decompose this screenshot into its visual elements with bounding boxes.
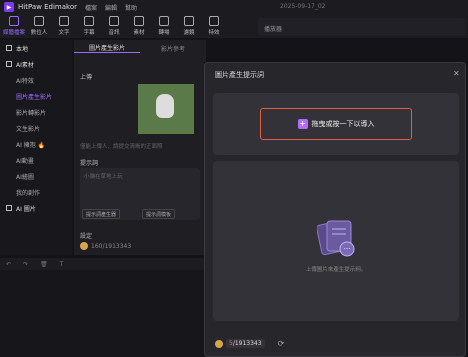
result-hint: 上傳圖片來產生提示詞。 [305, 267, 367, 273]
project-name: 2025-09-17_02 [280, 3, 326, 10]
transition-icon [159, 16, 169, 26]
upload-label: 上傳 [80, 74, 93, 81]
menu-edit[interactable]: 編輯 [105, 3, 117, 12]
timeline-toolbar: ↶ ↷ 🗑 T [0, 258, 210, 270]
sidebar-item-video-to-video[interactable]: 影片轉影片 [0, 104, 72, 120]
coin-icon [80, 242, 88, 250]
sidebar-item-text-to-video[interactable]: 文生影片 [0, 120, 72, 136]
delete-icon[interactable]: 🗑 [40, 261, 48, 268]
subtitle-icon [84, 16, 94, 26]
tool-audio[interactable]: 音訊 [103, 14, 125, 38]
sidebar-item-ai-drawing[interactable]: AI繪圖 [0, 168, 72, 184]
tool-avatar[interactable]: 數位人 [28, 14, 50, 38]
sidebar-item-ai-effect[interactable]: AI特效 [0, 72, 72, 88]
tool-effect[interactable]: 特效 [203, 14, 225, 38]
avatar-icon [34, 16, 44, 26]
tool-filter[interactable]: 濾鏡 [178, 14, 200, 38]
import-dropzone[interactable]: + 拖曳或按一下以導入 [213, 93, 459, 155]
filter-icon [184, 16, 194, 26]
app-name: HitPaw Edimakor [18, 3, 77, 11]
sidebar-item-ai-image[interactable]: AI 圖片 [0, 200, 72, 216]
tool-text[interactable]: 文字 [53, 14, 75, 38]
app-logo: ▶ [4, 2, 14, 12]
image-icon [6, 205, 12, 211]
menu-bar: 檔案 編輯 幫助 [85, 3, 137, 12]
refresh-icon[interactable]: ⟳ [278, 339, 285, 348]
sidebar-item-local[interactable]: 本地 [0, 40, 72, 56]
tool-transition[interactable]: 轉場 [153, 14, 175, 38]
sidebar-item-ai-animation[interactable]: AI動畫 [0, 152, 72, 168]
prompt-label: 提示詞 [80, 160, 99, 167]
sidebar-item-ai-material[interactable]: AI素材 [0, 56, 72, 72]
import-button[interactable]: + 拖曳或按一下以導入 [260, 108, 412, 140]
settings-label: 設定 [80, 233, 93, 240]
tab-image-to-video[interactable]: 圖片產生影片 [74, 43, 140, 53]
timeline: ↶ ↷ 🗑 T [0, 258, 210, 357]
sidebar-item-image-to-video[interactable]: 圖片產生影片 [0, 88, 72, 104]
ai-icon [6, 61, 12, 67]
prompt-result-area: ··· 上傳圖片來產生提示詞。 [213, 161, 459, 321]
effect-icon [209, 16, 219, 26]
dialog-title: 圖片產生提示詞 [215, 71, 264, 79]
folder-icon [6, 45, 12, 51]
image-to-prompt-dialog: 圖片產生提示詞 ✕ + 拖曳或按一下以導入 ··· 上傳圖片來產生提示詞。 5/… [204, 62, 466, 357]
document-icon: ··· [317, 220, 355, 257]
title-bar: ▶ HitPaw Edimakor 檔案 編輯 幫助 2025-09-17_02 [0, 0, 468, 14]
prompt-generator-button[interactable]: 提示詞產生器 [82, 209, 121, 219]
menu-file[interactable]: 檔案 [85, 3, 97, 12]
tool-subtitle[interactable]: 字幕 [78, 14, 100, 38]
uploaded-image-thumbnail[interactable] [138, 84, 194, 134]
material-icon [134, 16, 144, 26]
player-header: 播放器 [258, 18, 466, 36]
dialog-footer: 5/1913343 ⟳ [215, 339, 284, 348]
audio-icon [109, 16, 119, 26]
svg-text:···: ··· [344, 245, 351, 253]
coin-icon [215, 339, 223, 348]
points-display: 160/1913343 [80, 242, 131, 250]
upload-hint: 僅能上傳人、請提交清晰的正面照 [80, 144, 163, 150]
sidebar: 本地 AI素材 AI特效 圖片產生影片 影片轉影片 文生影片 AI 擁抱 🔥 A… [0, 40, 72, 255]
redo-icon[interactable]: ↷ [23, 261, 28, 268]
image-to-video-panel: 圖片產生影片 影片參考 上傳 僅能上傳人、請提交清晰的正面照 提示詞 小貓在草地… [74, 40, 206, 255]
close-icon[interactable]: ✕ [453, 69, 460, 78]
prompt-template-button[interactable]: 提示詞模板 [142, 209, 176, 219]
plus-icon: + [297, 119, 308, 129]
panel-tabs: 圖片產生影片 影片參考 [74, 40, 206, 56]
tab-video-reference[interactable]: 影片參考 [140, 44, 206, 53]
undo-icon[interactable]: ↶ [6, 261, 11, 268]
media-icon [9, 16, 19, 26]
menu-help[interactable]: 幫助 [125, 3, 137, 12]
tool-media[interactable]: 媒體檔案 [3, 14, 25, 38]
balance-display: 5/1913343 [226, 339, 265, 348]
tool-material[interactable]: 素材 [128, 14, 150, 38]
cat-image [156, 94, 174, 118]
text-icon [59, 16, 69, 26]
sidebar-item-my-creations[interactable]: 我的創作 [0, 184, 72, 200]
sidebar-item-ai-hug[interactable]: AI 擁抱 🔥 [0, 136, 72, 152]
text-tool-icon[interactable]: T [60, 261, 64, 268]
import-label: 拖曳或按一下以導入 [311, 120, 375, 128]
